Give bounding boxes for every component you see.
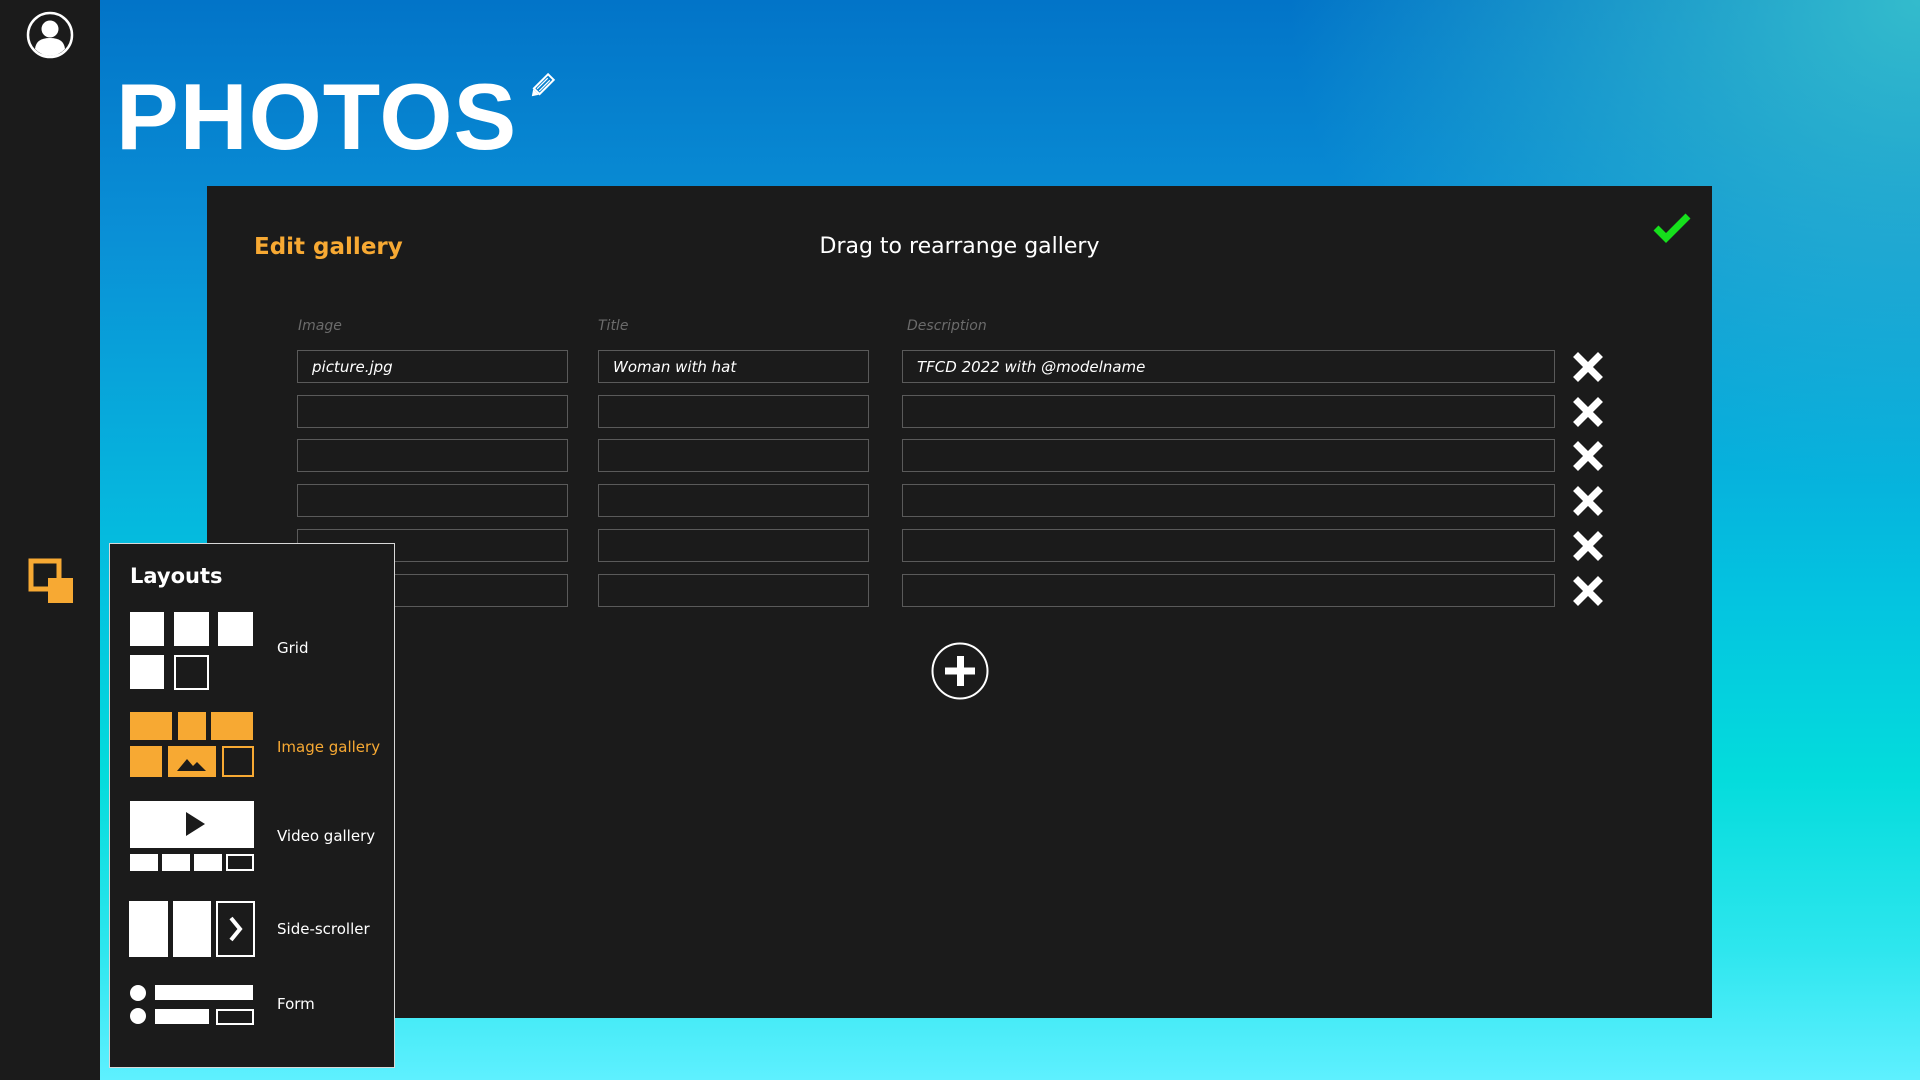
plus-circle-icon[interactable] bbox=[931, 642, 989, 700]
gallery-row[interactable] bbox=[207, 439, 1712, 473]
form-layout-icon bbox=[130, 985, 254, 1025]
grid-layout-icon bbox=[130, 612, 253, 690]
layout-label: Grid bbox=[277, 639, 309, 657]
image-field[interactable] bbox=[297, 484, 568, 518]
layout-option-form[interactable]: Form bbox=[110, 985, 394, 1027]
layout-overlap-icon[interactable] bbox=[28, 558, 74, 604]
close-x-icon[interactable] bbox=[1573, 486, 1603, 517]
gallery-row[interactable] bbox=[207, 394, 1712, 429]
title-field[interactable] bbox=[598, 528, 869, 562]
close-x-icon[interactable] bbox=[1573, 530, 1603, 561]
layout-option-video-gallery[interactable]: Video gallery bbox=[110, 800, 394, 872]
pencil-icon[interactable] bbox=[526, 72, 556, 102]
layout-option-image-gallery[interactable]: Image gallery bbox=[110, 710, 394, 778]
side-scroller-layout-icon bbox=[129, 901, 255, 957]
image-field[interactable] bbox=[297, 350, 568, 383]
sidebar bbox=[0, 0, 100, 1080]
title-field[interactable] bbox=[598, 573, 869, 607]
layout-label: Side-scroller bbox=[277, 920, 370, 938]
description-field[interactable] bbox=[902, 439, 1555, 473]
layout-label: Video gallery bbox=[277, 827, 376, 845]
description-field[interactable] bbox=[902, 484, 1555, 518]
checkmark-icon[interactable] bbox=[1653, 211, 1691, 243]
layouts-panel: Layouts Grid Image gallery Video gallery… bbox=[109, 543, 395, 1068]
layout-option-side-scroller[interactable]: Side-scroller bbox=[110, 900, 394, 958]
image-gallery-layout-icon bbox=[130, 712, 254, 777]
description-field[interactable] bbox=[902, 394, 1555, 428]
layout-label: Image gallery bbox=[277, 738, 381, 756]
video-gallery-layout-icon bbox=[130, 801, 254, 871]
layout-label: Form bbox=[277, 995, 315, 1013]
gallery-row[interactable] bbox=[207, 484, 1712, 518]
close-x-icon[interactable] bbox=[1573, 396, 1603, 427]
edit-gallery-panel: Edit gallery Drag to rearrange gallery I… bbox=[207, 186, 1712, 1018]
image-field[interactable] bbox=[297, 439, 568, 473]
title-field[interactable] bbox=[598, 350, 869, 383]
description-field[interactable] bbox=[902, 350, 1555, 383]
description-field[interactable] bbox=[902, 528, 1555, 562]
close-x-icon[interactable] bbox=[1573, 352, 1603, 382]
image-field[interactable] bbox=[297, 394, 568, 428]
gallery-row[interactable] bbox=[207, 350, 1712, 384]
user-avatar-icon[interactable] bbox=[26, 11, 74, 59]
close-x-icon[interactable] bbox=[1573, 575, 1603, 606]
gallery-row[interactable] bbox=[207, 528, 1712, 563]
description-field[interactable] bbox=[902, 573, 1555, 607]
panel-subtitle: Drag to rearrange gallery bbox=[819, 234, 1100, 259]
app-title: PHOTOS bbox=[116, 64, 518, 169]
gallery-row[interactable] bbox=[207, 573, 1712, 608]
close-x-icon[interactable] bbox=[1573, 441, 1603, 472]
title-field[interactable] bbox=[598, 484, 869, 518]
title-field[interactable] bbox=[598, 394, 869, 428]
column-label-title: Title bbox=[598, 318, 629, 334]
layouts-title: Layouts bbox=[130, 564, 223, 588]
layout-option-grid[interactable]: Grid bbox=[110, 610, 394, 690]
column-label-image: Image bbox=[298, 318, 342, 334]
title-field[interactable] bbox=[598, 439, 869, 473]
column-label-description: Description bbox=[907, 318, 987, 334]
